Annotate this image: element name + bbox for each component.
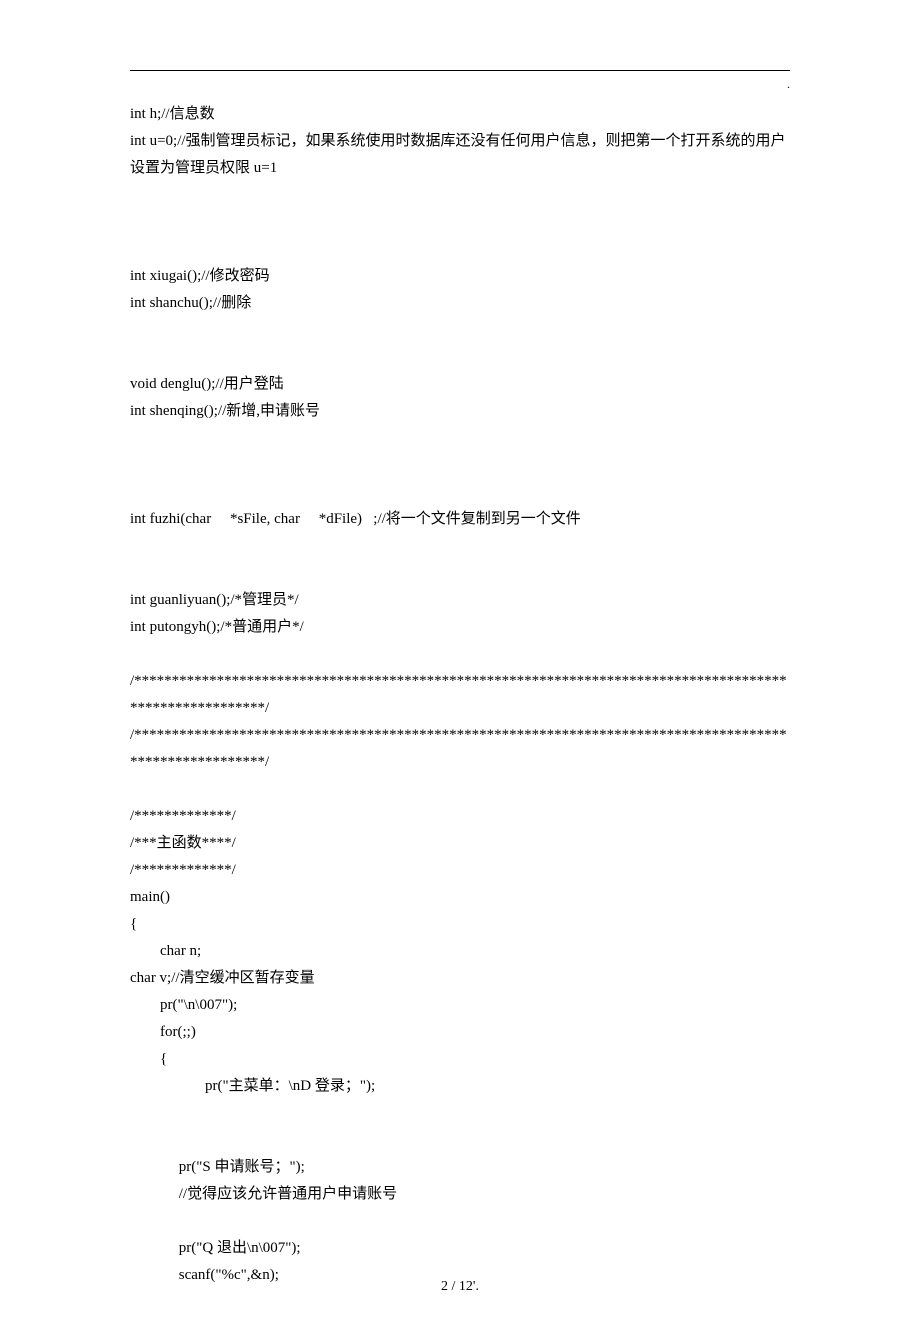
header-rule	[130, 70, 790, 71]
code-content: int h;//信息数 int u=0;//强制管理员标记，如果系统使用时数据库…	[130, 101, 790, 1289]
page-footer: 2 / 12'.	[0, 1274, 920, 1299]
header-dot: .	[787, 74, 790, 96]
document-page: . int h;//信息数 int u=0;//强制管理员标记，如果系统使用时数…	[0, 0, 920, 1339]
